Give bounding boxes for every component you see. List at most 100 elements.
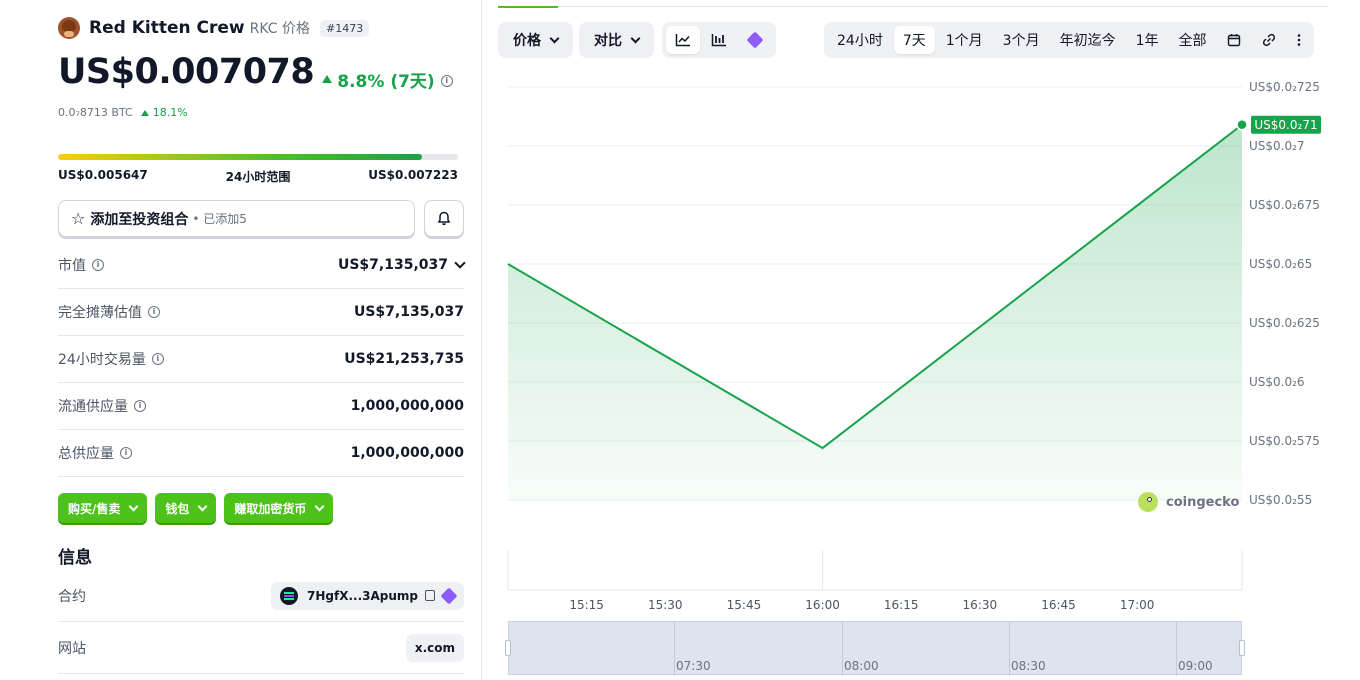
- info-icon[interactable]: i: [148, 306, 160, 318]
- phantom-wallet-icon[interactable]: [440, 587, 458, 604]
- range-1y-button[interactable]: 1年: [1127, 26, 1168, 54]
- y-tick-label: US$0.0₂65: [1249, 257, 1312, 271]
- current-price-point[interactable]: [1236, 119, 1248, 131]
- line-chart-button[interactable]: [666, 26, 700, 54]
- earn-crypto-button[interactable]: 赚取加密货币: [224, 493, 334, 523]
- y-tick-label: US$0.0₂725: [1249, 80, 1320, 94]
- chevron-down-icon: [197, 501, 208, 511]
- stat-label: 总供应量: [58, 446, 114, 462]
- y-tick-label: US$0.0₂675: [1249, 198, 1320, 212]
- chart-type-group: [662, 22, 776, 58]
- buy-sell-label: 购买/售卖: [68, 501, 121, 516]
- stats-list: 市值 i US$7,135,037 完全摊薄估值 i US$7,135,037 24…: [58, 242, 466, 477]
- buy-sell-button[interactable]: 购买/售卖: [58, 493, 148, 523]
- action-buttons: 购买/售卖 钱包 赚取加密货币: [58, 493, 334, 523]
- price-chart[interactable]: US$0.0₂725 US$0.0₂7 US$0.0₂675 US$0.0₂65 US$…: [498, 70, 1328, 610]
- info-icon[interactable]: i: [92, 259, 104, 271]
- up-arrow-icon: [140, 109, 149, 116]
- candlestick-icon: [711, 34, 726, 47]
- btc-change-value: 18.1%: [152, 106, 188, 119]
- range-7d-button[interactable]: 7天: [893, 26, 935, 54]
- candlestick-chart-button[interactable]: [702, 26, 736, 54]
- info-list: 合约 7HgfX...3Apump 网站 x.com: [58, 570, 464, 674]
- navigator-left-handle[interactable]: [505, 640, 511, 656]
- stat-row-circulating-supply: 流通供应量 i 1,000,000,000: [58, 383, 464, 430]
- stat-value: 1,000,000,000: [350, 398, 464, 414]
- y-tick-label: US$0.0₂575: [1249, 434, 1320, 448]
- star-icon: ☆: [71, 209, 86, 228]
- coin-info-panel: Red Kitten Crew RKC 价格 #1473 US$0.007078…: [0, 0, 482, 680]
- info-row-website: 网站 x.com: [58, 622, 464, 674]
- range-1m-button[interactable]: 1个月: [937, 26, 992, 54]
- market-cap-dropdown[interactable]: US$7,135,037: [337, 257, 466, 273]
- navigator-tick-label: 09:00: [1178, 659, 1213, 673]
- chevron-down-icon: [128, 501, 139, 511]
- add-to-portfolio-button[interactable]: ☆ 添加至投资组合 • 已添加5: [58, 200, 415, 237]
- info-icon[interactable]: i: [134, 400, 146, 412]
- watermark-text: coingecko: [1166, 494, 1240, 510]
- rank-badge: #1473: [319, 19, 370, 37]
- btc-price: 0.0₇8713 BTC: [58, 106, 133, 119]
- navigator-separator: [842, 622, 843, 676]
- contract-chip[interactable]: 7HgfX...3Apump: [271, 581, 464, 610]
- wallet-button[interactable]: 钱包: [155, 493, 217, 523]
- copy-icon[interactable]: [425, 590, 435, 601]
- stat-label: 完全摊薄估值: [58, 305, 142, 321]
- stat-row-total-supply: 总供应量 i 1,000,000,000: [58, 430, 464, 477]
- x-tick-label: 17:00: [1120, 598, 1155, 610]
- tab-indicator: [498, 6, 558, 8]
- x-tick-label: 15:30: [648, 598, 683, 610]
- current-price-label: US$0.0₂71: [1254, 118, 1317, 132]
- line-chart-icon: [675, 34, 690, 47]
- stat-value: 1,000,000,000: [350, 445, 464, 461]
- website-label: 网站: [58, 640, 86, 657]
- coin-symbol-label: RKC 价格: [249, 21, 310, 37]
- price-alert-button[interactable]: [424, 200, 464, 237]
- navigator-separator: [1009, 622, 1010, 676]
- contract-label: 合约: [58, 588, 86, 605]
- stat-row-fdv: 完全摊薄估值 i US$7,135,037: [58, 289, 464, 336]
- coin-name: Red Kitten Crew: [89, 18, 245, 38]
- range-ytd-button[interactable]: 年初迄今: [1051, 26, 1125, 54]
- info-section-title: 信息: [58, 548, 92, 568]
- range-3m-button[interactable]: 3个月: [994, 26, 1049, 54]
- info-icon[interactable]: i: [440, 75, 453, 87]
- divider: [558, 6, 1328, 7]
- time-range-selector: 24小时 7天 1个月 3个月 年初迄今 1年 全部: [824, 22, 1314, 58]
- stat-label: 市值: [58, 258, 86, 274]
- website-link[interactable]: x.com: [405, 633, 464, 662]
- compare-dropdown[interactable]: 对比: [579, 22, 654, 58]
- x-tick-label: 15:15: [569, 598, 604, 610]
- up-arrow-icon: [322, 75, 333, 83]
- calendar-button[interactable]: [1218, 26, 1250, 54]
- navigator-separator: [1176, 622, 1177, 676]
- coin-title-row: Red Kitten Crew RKC 价格 #1473: [58, 16, 370, 40]
- range-high: US$0.007223: [368, 168, 458, 182]
- navigator-right-handle[interactable]: [1239, 640, 1245, 656]
- time-navigator[interactable]: 07:30 08:00 08:30 09:00: [505, 621, 1245, 676]
- stat-row-volume: 24小时交易量 i US$21,253,735: [58, 336, 464, 383]
- share-link-button[interactable]: [1252, 26, 1286, 54]
- range-24h-button[interactable]: 24小时: [828, 26, 892, 54]
- btc-change: 18.1%: [140, 106, 188, 119]
- stat-value: US$7,135,037: [337, 257, 448, 273]
- y-tick-label: US$0.0₂55: [1249, 493, 1312, 507]
- stat-value: US$21,253,735: [344, 351, 464, 367]
- price-mode-dropdown[interactable]: 价格: [498, 22, 573, 58]
- stat-value: US$7,135,037: [353, 304, 464, 320]
- info-icon[interactable]: i: [151, 353, 164, 365]
- price-mode-label: 价格: [513, 33, 541, 49]
- range-24h-labels: US$0.005647 24小时范围 US$0.007223: [58, 168, 458, 185]
- compare-label: 对比: [594, 33, 622, 49]
- tradingview-button[interactable]: [738, 26, 772, 54]
- range-all-button[interactable]: 全部: [1170, 26, 1216, 54]
- more-vertical-icon: [1297, 34, 1300, 46]
- x-tick-label: 16:15: [884, 598, 919, 610]
- range-24h-fill: [58, 154, 422, 160]
- price-row: US$0.007078 8.8% (7天) i: [58, 52, 453, 92]
- coingecko-watermark: coingecko: [1138, 492, 1239, 512]
- more-options-button[interactable]: [1288, 26, 1310, 54]
- calendar-icon: [1227, 34, 1240, 47]
- stat-row-market-cap: 市值 i US$7,135,037: [58, 242, 466, 289]
- info-icon[interactable]: i: [120, 447, 132, 459]
